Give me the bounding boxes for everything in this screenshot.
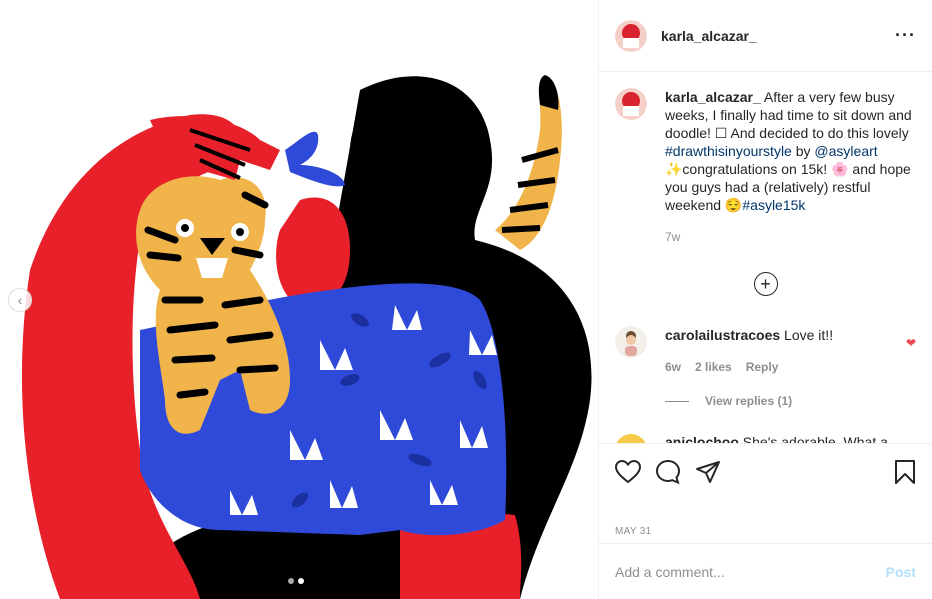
comment-username[interactable]: carolailustracoes: [665, 327, 780, 343]
post-sidebar: karla_alcazar_ ··· karla_alcazar_ After …: [598, 0, 932, 599]
previous-slide-button[interactable]: ‹: [8, 288, 32, 312]
comment-body: carolailustracoes Love it!! 6w 2 likes R…: [665, 326, 833, 376]
carousel-dot-active: [298, 578, 304, 584]
commenter-avatar[interactable]: [615, 326, 647, 358]
author-avatar[interactable]: [615, 19, 647, 52]
post-caption: karla_alcazar_ After a very few busy wee…: [615, 88, 916, 246]
post-date[interactable]: MAY 31: [615, 526, 916, 537]
action-icons: [615, 452, 916, 492]
comments-section: karla_alcazar_ After a very few busy wee…: [599, 72, 932, 443]
post-header: karla_alcazar_ ···: [599, 0, 932, 72]
comment-username[interactable]: aniclochoo: [665, 434, 739, 443]
post-comment-button[interactable]: Post: [886, 564, 916, 580]
load-more-comments[interactable]: +: [615, 272, 916, 296]
comment-input[interactable]: [615, 563, 886, 580]
add-comment-box: Post: [599, 543, 932, 599]
comment-text: Love it!!: [780, 327, 834, 343]
comment-icon[interactable]: [655, 452, 695, 492]
comment-item: carolailustracoes Love it!! 6w 2 likes R…: [615, 326, 916, 376]
heart-icon[interactable]: [615, 452, 655, 492]
heart-filled-icon[interactable]: ❤: [906, 336, 916, 350]
comment-actions: 6w 2 likes Reply: [665, 358, 833, 376]
action-bar: MAY 31: [599, 443, 932, 543]
view-replies-button[interactable]: View replies (1): [665, 394, 916, 408]
comment-item: aniclochoo She's adorable. What a: [615, 434, 916, 443]
more-options-icon[interactable]: ···: [895, 25, 916, 46]
caption-username[interactable]: karla_alcazar_: [665, 89, 761, 105]
comment-text: She's adorable. What a: [738, 434, 888, 443]
mention-link[interactable]: @asyleart: [814, 143, 877, 159]
commenter-avatar[interactable]: [615, 434, 647, 443]
author-username[interactable]: karla_alcazar_: [661, 28, 757, 44]
comment-body: aniclochoo She's adorable. What a: [665, 434, 888, 443]
caption-time[interactable]: 7w: [665, 228, 916, 246]
plus-circle-icon[interactable]: +: [753, 272, 778, 296]
caption-avatar[interactable]: [615, 88, 647, 120]
carousel-dot: [288, 578, 294, 584]
comment-time[interactable]: 6w: [665, 358, 681, 376]
bookmark-icon[interactable]: [876, 452, 916, 492]
comment-likes[interactable]: 2 likes: [695, 358, 732, 376]
hashtag-link[interactable]: #asyle15k: [742, 197, 805, 213]
post-dialog: ‹ karla_alcazar_ ··· karla_alcazar_ Afte…: [0, 0, 932, 599]
hashtag-link[interactable]: #drawthisinyourstyle: [665, 143, 792, 159]
caption-text: karla_alcazar_ After a very few busy wee…: [665, 88, 916, 246]
share-icon[interactable]: [695, 452, 735, 492]
carousel-indicator: [288, 578, 304, 584]
illustration: [21, 75, 592, 599]
view-replies-label: View replies (1): [705, 394, 793, 408]
reply-button[interactable]: Reply: [746, 358, 779, 376]
divider-line: [665, 400, 689, 402]
caption-body-2: by: [791, 143, 815, 159]
chevron-left-icon: ‹: [17, 292, 23, 308]
post-image[interactable]: ‹: [0, 0, 598, 599]
